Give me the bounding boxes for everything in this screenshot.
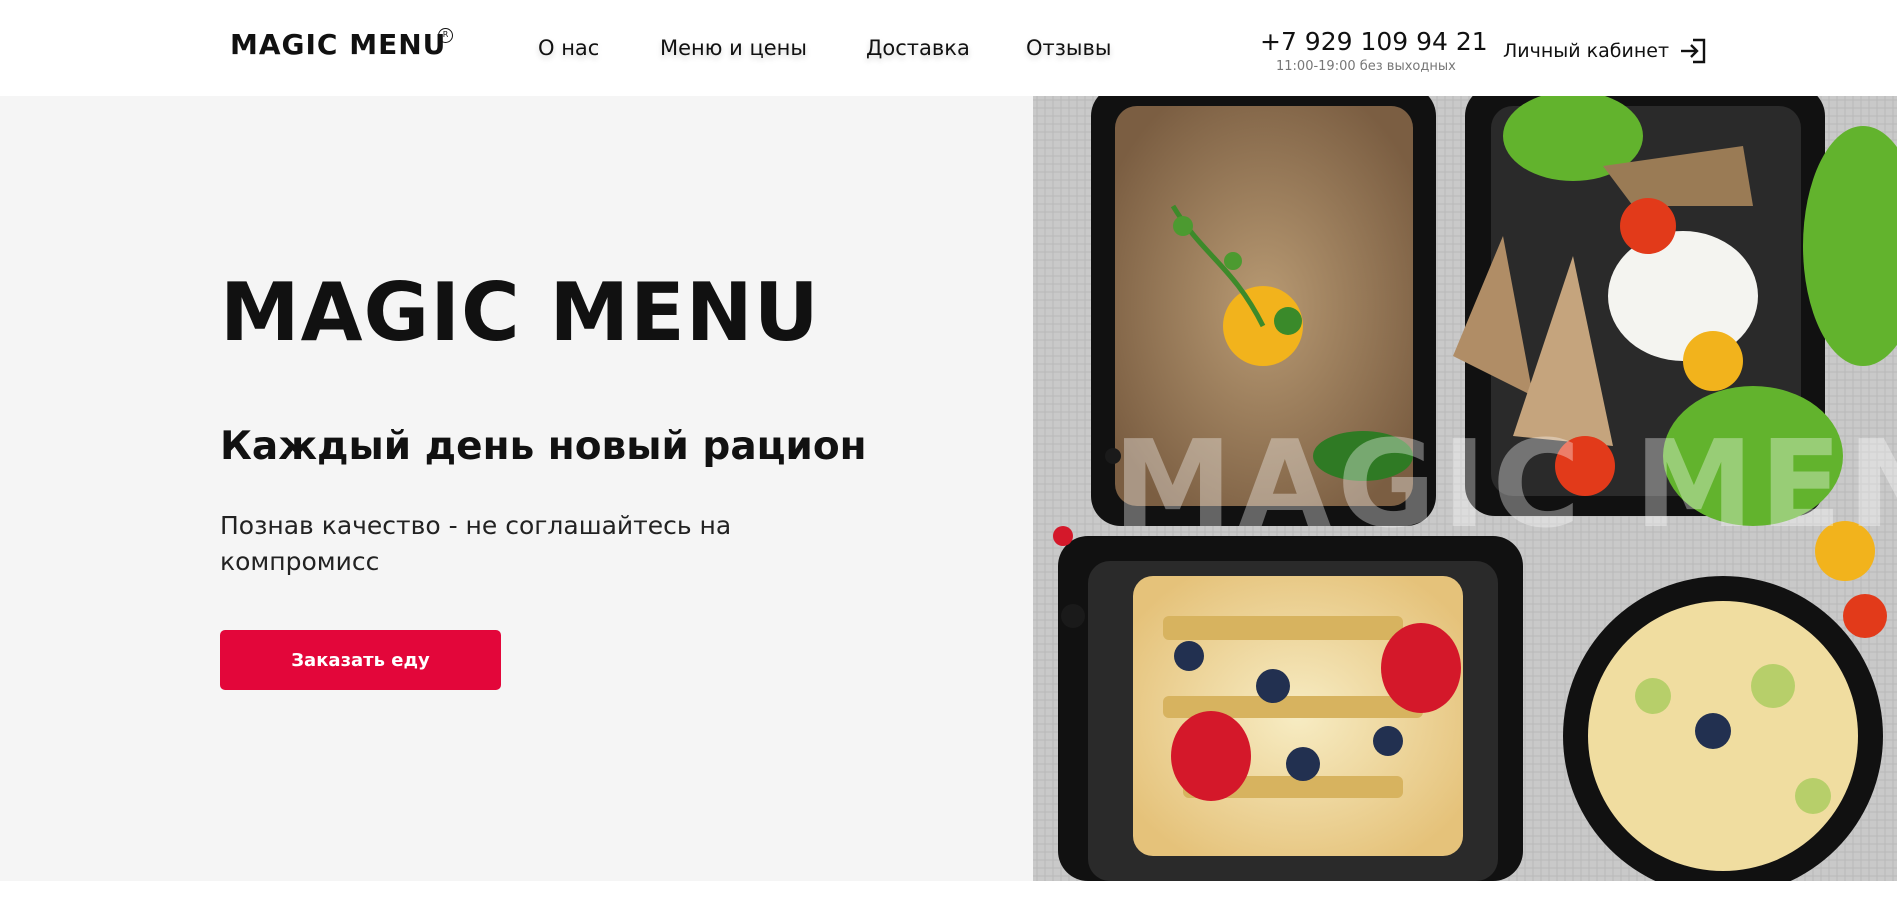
hero-subtitle: Каждый день новый рацион — [220, 424, 867, 469]
hero-food-image: MAGIC MENU — [1033, 96, 1897, 881]
nav-link-about[interactable]: О нас — [538, 36, 599, 60]
hero-section — [0, 96, 1033, 881]
nav-link-delivery[interactable]: Доставка — [866, 36, 970, 60]
registered-mark: R — [438, 28, 453, 43]
nav-link-menu-prices[interactable]: Меню и цены — [660, 36, 807, 60]
hero-tagline: Познав качество - не соглашайтесь на ком… — [220, 511, 732, 576]
image-watermark: MAGIC MENU — [1113, 416, 1897, 555]
personal-account-label: Личный кабинет — [1503, 40, 1670, 62]
order-food-button[interactable]: Заказать еду — [220, 630, 501, 690]
personal-account-link[interactable]: Личный кабинет — [1503, 38, 1707, 64]
nav-link-reviews[interactable]: Отзывы — [1026, 36, 1111, 60]
food-containers-illustration: MAGIC MENU — [1033, 96, 1897, 881]
site-logo[interactable]: MAGIC MENU — [230, 28, 446, 61]
login-icon — [1681, 38, 1706, 64]
site-header: MAGIC MENU R О нас Меню и цены Доставка … — [0, 0, 1897, 96]
hero-title: MAGIC MENU — [220, 266, 820, 359]
phone-number[interactable]: +7 929 109 94 21 — [1260, 27, 1488, 56]
working-hours: 11:00-19:00 без выходных — [1276, 59, 1456, 74]
